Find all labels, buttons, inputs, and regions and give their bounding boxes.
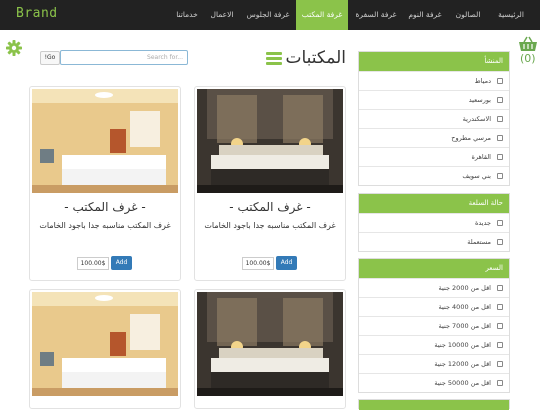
checkbox[interactable] — [497, 78, 503, 84]
page-title-text: المكتبات — [285, 48, 346, 68]
filter-option[interactable]: دمياط — [359, 71, 509, 90]
checkbox[interactable] — [497, 304, 503, 310]
filter-panel-condition: حالة السلعة جديدة مستعملة — [358, 193, 510, 252]
product-price: 100.00$ — [77, 257, 109, 270]
filter-option[interactable]: اقل من 7000 جنية — [359, 316, 509, 335]
filter-option[interactable]: اقل من 2000 جنية — [359, 278, 509, 297]
product-price: 100.00$ — [242, 257, 274, 270]
settings-button[interactable] — [6, 40, 22, 60]
nav-item-home[interactable]: الرئيسية — [486, 0, 536, 30]
nav-item-works[interactable]: الاعمال — [204, 0, 240, 30]
checkbox[interactable] — [497, 135, 503, 141]
cart-count: (0) — [520, 52, 536, 65]
basket-icon — [519, 36, 537, 51]
product-card[interactable] — [29, 289, 181, 409]
filter-option[interactable]: اقل من 10000 جنية — [359, 335, 509, 354]
product-image[interactable] — [32, 89, 178, 193]
filter-option[interactable]: بني سويف — [359, 166, 509, 185]
filter-condition-title: حالة السلعة — [359, 194, 509, 213]
nav-item-living[interactable]: غرفة الجلوس — [242, 0, 294, 30]
filter-option[interactable]: مرسي مطروح — [359, 128, 509, 147]
filter-panel-price: السعر اقل من 2000 جنية اقل من 4000 جنية … — [358, 258, 510, 393]
checkbox[interactable] — [497, 173, 503, 179]
filter-price-title: السعر — [359, 259, 509, 278]
filter-option[interactable]: مستعملة — [359, 232, 509, 251]
product-image[interactable] — [32, 292, 178, 396]
checkbox[interactable] — [497, 154, 503, 160]
nav-item-office[interactable]: غرفة المكتب — [296, 0, 348, 30]
nav-item-bedroom[interactable]: غرفة النوم — [402, 0, 448, 30]
product-card[interactable]: - غرف المكتب - غرف المكتب مناسبه جدا باج… — [194, 86, 346, 281]
product-image[interactable] — [197, 89, 343, 193]
add-to-cart-button[interactable]: Add — [111, 256, 132, 270]
filter-origin-title: المنشأ — [359, 52, 509, 71]
filter-panel-next — [358, 399, 510, 410]
checkbox[interactable] — [497, 323, 503, 329]
filter-option[interactable]: بورسعيد — [359, 90, 509, 109]
search-input[interactable]: Search for... — [60, 50, 188, 65]
checkbox[interactable] — [497, 342, 503, 348]
product-title: - غرف المكتب - — [229, 200, 311, 214]
checkbox[interactable] — [497, 220, 503, 226]
filter-option[interactable]: جديدة — [359, 213, 509, 232]
filter-option[interactable]: اقل من 12000 جنية — [359, 354, 509, 373]
filter-option[interactable]: اقل من 4000 جنية — [359, 297, 509, 316]
filter-option[interactable]: الاسكندرية — [359, 109, 509, 128]
nav-item-dining[interactable]: غرفة السفرة — [350, 0, 402, 30]
brand-logo[interactable]: Brand — [16, 6, 58, 21]
filter-option[interactable]: القاهرة — [359, 147, 509, 166]
hamburger-icon[interactable] — [266, 52, 282, 66]
product-title: - غرف المكتب - — [64, 200, 146, 214]
checkbox[interactable] — [497, 361, 503, 367]
filter-option[interactable]: اقل من 50000 جنية — [359, 373, 509, 392]
product-description: غرف المكتب مناسبه جدا باجود الخامات — [39, 221, 171, 230]
checkbox[interactable] — [497, 97, 503, 103]
checkbox[interactable] — [497, 285, 503, 291]
gear-icon — [6, 40, 22, 56]
product-image[interactable] — [197, 292, 343, 396]
checkbox[interactable] — [497, 380, 503, 386]
product-card[interactable]: - غرف المكتب - غرف المكتب مناسبه جدا باج… — [29, 86, 181, 281]
checkbox[interactable] — [497, 239, 503, 245]
top-navbar: Brand الرئيسية الصالون غرفة النوم غرفة ا… — [0, 0, 540, 30]
checkbox[interactable] — [497, 116, 503, 122]
search-go-button[interactable]: !Go — [40, 51, 60, 65]
product-description: غرف المكتب مناسبه جدا باجود الخامات — [204, 221, 336, 230]
nav-item-services[interactable]: خدماتنا — [170, 0, 204, 30]
filter-panel-origin: المنشأ دمياط بورسعيد الاسكندرية مرسي مطر… — [358, 51, 510, 186]
add-to-cart-button[interactable]: Add — [276, 256, 297, 270]
page-title: المكتبات — [266, 48, 350, 70]
nav-item-salon[interactable]: الصالون — [450, 0, 486, 30]
product-card[interactable] — [194, 289, 346, 409]
